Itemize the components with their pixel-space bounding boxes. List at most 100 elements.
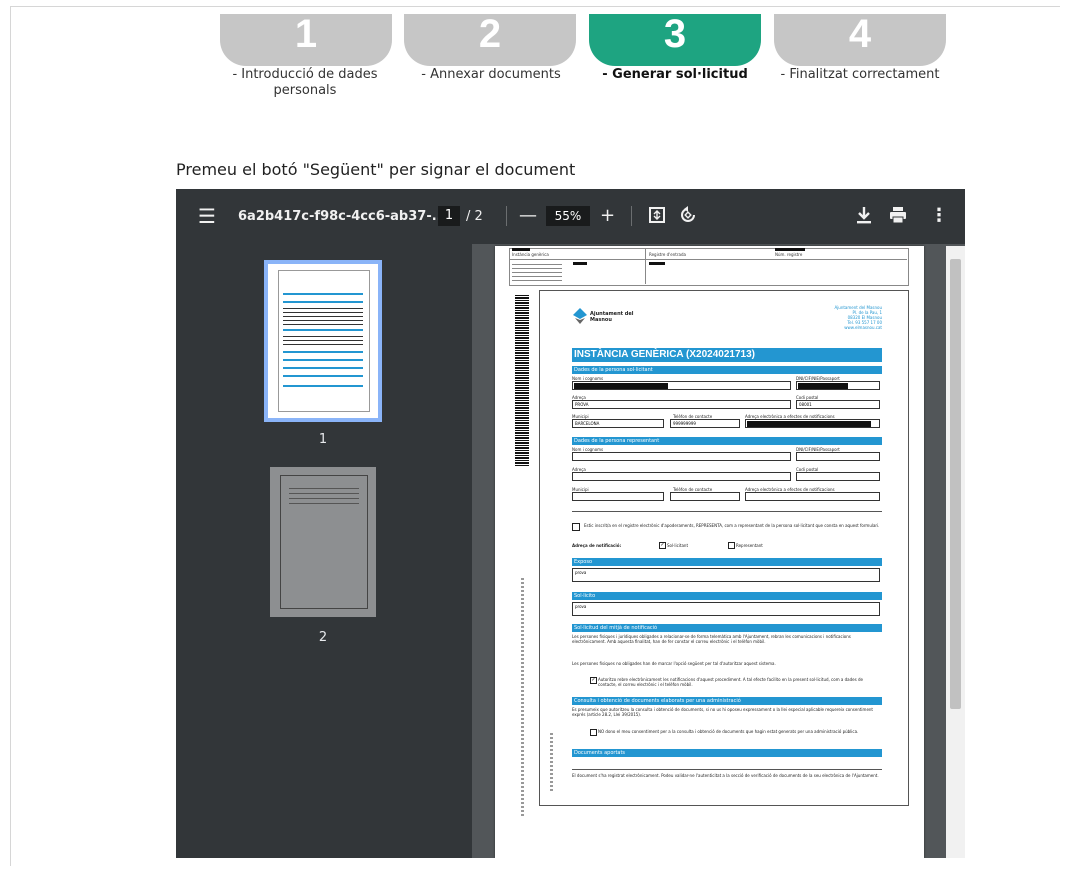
header-cell: Instància genèrica (512, 252, 549, 257)
representative-postal-field (796, 472, 880, 481)
step-number: 4 (848, 14, 872, 56)
frame-border (10, 6, 11, 866)
thumbnail-bar (283, 293, 363, 295)
thumbnail-page-frame (280, 475, 368, 609)
notif-auth-checkbox: ✓ (590, 677, 597, 684)
step-1-label: - Introducció de dades personals (232, 67, 378, 98)
redaction (775, 248, 805, 251)
masnou-logo-icon (573, 308, 587, 324)
thumbnail-bar (283, 329, 363, 331)
notif-applicant-checkbox: ✓ (659, 542, 666, 549)
section-exposo: Exposo (572, 558, 882, 566)
pdf-page: Instància genèrica Registre d'entrada Nú… (495, 246, 924, 858)
thumbnail-page-2[interactable] (270, 467, 376, 617)
applicant-city-field: BARCELONA (572, 419, 664, 428)
page-total: / 2 (466, 209, 483, 224)
page-number-input[interactable]: 1 (438, 206, 460, 226)
applicant-postal-field: 08001 (796, 400, 880, 409)
thumbnail-bar (283, 367, 363, 369)
representative-address-field (572, 472, 791, 481)
print-icon[interactable] (889, 206, 907, 229)
zoom-input[interactable]: 55% (546, 206, 590, 226)
registry-checkbox (572, 523, 580, 531)
zoom-in-icon[interactable]: + (600, 206, 615, 226)
document-title: 6a2b417c-f98c-4cc6-ab37-... (238, 209, 447, 224)
notif-applicant-label: Sol·licitant (667, 543, 689, 548)
scrollbar-thumb[interactable] (950, 259, 961, 709)
section-notification-means: Sol·licitud del mitjà de notificació (572, 624, 882, 632)
consult-text: Es presumeix que autoritzeu la consulta … (572, 707, 874, 717)
notif-label: Adreça de notificació: (572, 543, 622, 548)
header-table (509, 248, 909, 286)
toolbar-separator (506, 206, 507, 226)
section-solicito: Sol·licito (572, 592, 882, 600)
consult-checkbox (590, 729, 597, 736)
thumbnail-lines (283, 307, 363, 325)
applicant-address-field: PROVA (572, 400, 791, 409)
menu-icon[interactable]: ☰ (198, 206, 216, 226)
solicito-field: prova (572, 602, 880, 616)
frame-border (10, 6, 1060, 7)
thumbnail-bar (283, 359, 363, 361)
representative-name-field (572, 452, 791, 461)
thumbnail-lines (289, 486, 359, 504)
step-number: 1 (294, 14, 318, 56)
redaction (798, 383, 848, 389)
header-divider (645, 248, 646, 284)
header-cell: Registre d'entrada (649, 252, 686, 257)
header-divider (509, 259, 907, 260)
section-documents: Documents aportats (572, 749, 882, 757)
header-text-lines (512, 263, 562, 281)
org-address: Ajuntament del Masnou Pl. de la Pau, 1 0… (830, 305, 882, 330)
form-frame: Ajuntament del Masnou Ajuntament del Mas… (539, 290, 909, 806)
zoom-out-icon[interactable]: — (519, 206, 537, 226)
thumbnail-bar (283, 385, 363, 387)
section-representative: Dades de la persona representant (572, 437, 882, 445)
thumbnail-page-1[interactable] (264, 260, 382, 422)
more-options-icon[interactable]: ⋮ (930, 206, 948, 226)
rotate-icon[interactable] (679, 206, 697, 229)
exposo-field: prova (572, 568, 880, 582)
org-name: Ajuntament del Masnou (590, 311, 634, 323)
step-number: 3 (663, 14, 687, 56)
thumbnail-sidebar: 1 2 (176, 244, 472, 858)
vertical-margin-text (521, 576, 524, 816)
redaction (512, 248, 530, 251)
step-4: 4 (774, 14, 946, 66)
step-2: 2 (404, 14, 576, 66)
step-3: 3 (589, 14, 761, 66)
representative-id-field (796, 452, 880, 461)
header-cell: Núm. registre (775, 252, 803, 257)
registry-text: Estic inscrit/a en el registre electròni… (584, 523, 880, 528)
divider (572, 511, 882, 512)
viewer-toolbar: ☰ 6a2b417c-f98c-4cc6-ab37-... 1 / 2 — 55… (176, 189, 965, 244)
download-icon[interactable] (856, 206, 872, 229)
representative-city-field (572, 492, 664, 501)
step-2-label: - Annexar documents (421, 67, 561, 82)
thumbnail-bar (283, 375, 363, 377)
representative-email-field (745, 492, 880, 501)
footer-text: El document s'ha registrat electrònicame… (572, 773, 879, 778)
thumbnail-lines (283, 333, 363, 345)
thumbnail-number: 2 (318, 630, 328, 645)
step-number: 2 (478, 14, 502, 56)
applicant-phone-field: 999999999 (670, 419, 740, 428)
redaction (747, 421, 871, 427)
fit-page-icon[interactable] (648, 206, 666, 229)
pdf-viewer: ☰ 6a2b417c-f98c-4cc6-ab37-... 1 / 2 — 55… (176, 189, 965, 858)
step-4-label: - Finalitzat correctament (780, 67, 940, 82)
thumbnail-bar (283, 351, 363, 353)
thumbnail-number: 1 (318, 432, 328, 447)
section-consult: Consulta i obtenció de documents elabora… (572, 697, 882, 705)
redaction (649, 262, 665, 265)
notif-auth-text: Autoritzo rebre electrònicament les noti… (598, 677, 863, 687)
step-3-label: - Generar sol·licitud (602, 67, 748, 82)
org-address-line: www.elmasnou.cat (844, 325, 882, 330)
thumbnail-page-frame (278, 270, 370, 412)
notif-representative-label: Representant (736, 543, 763, 548)
barcode (515, 294, 529, 466)
notif-text-2: Les persones físiques no obligades han d… (572, 661, 776, 666)
toolbar-separator (631, 206, 632, 226)
step-1: 1 (220, 14, 392, 66)
divider (572, 769, 882, 770)
